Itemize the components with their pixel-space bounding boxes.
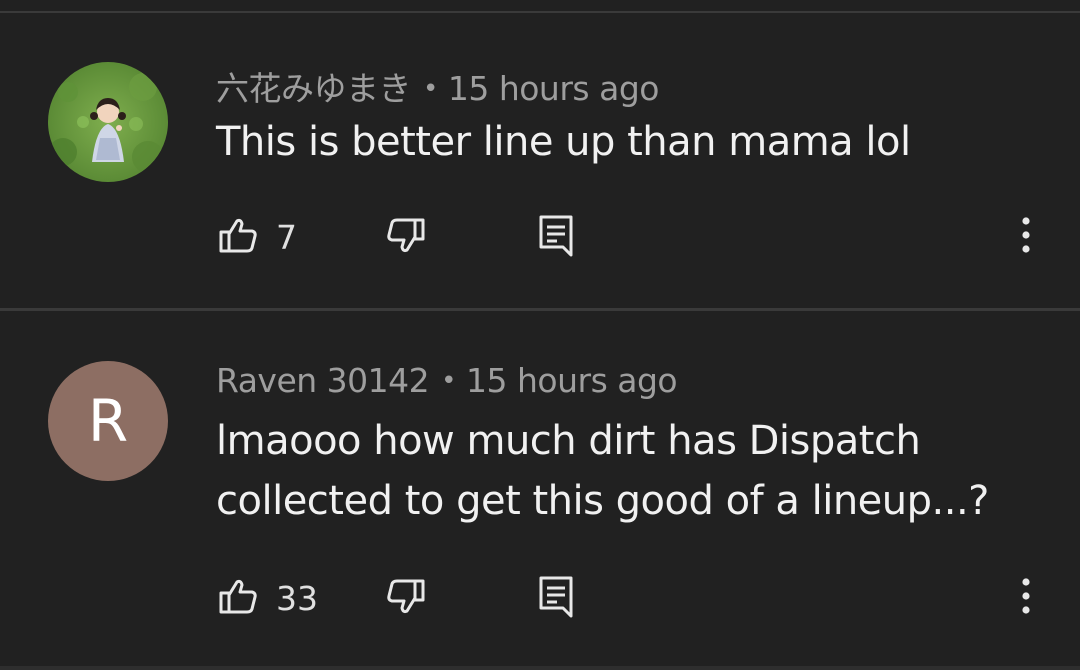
comment-item: 六花みゆまき • 15 hours ago This is better line …	[0, 0, 1080, 308]
avatar[interactable]: R	[48, 361, 168, 481]
avatar-letter: R	[87, 387, 129, 455]
thumbs-up-icon	[218, 576, 258, 620]
thumbs-up-icon	[218, 215, 258, 259]
author-name[interactable]: Raven 30142	[216, 361, 430, 400]
comment-actions: 7	[0, 212, 1080, 262]
comment-actions: 33	[0, 573, 1080, 623]
reply-button[interactable]	[538, 575, 578, 621]
separator-dot: •	[423, 74, 438, 104]
comment-item: R Raven 30142 • 15 hours ago lmaooo how mu…	[0, 311, 1080, 666]
comment-meta: Raven 30142 • 15 hours ago	[216, 361, 678, 400]
more-options-button[interactable]	[1012, 577, 1040, 619]
separator-dot: •	[441, 366, 456, 396]
like-count: 33	[276, 578, 318, 618]
comments-section: 六花みゆまき • 15 hours ago This is better line …	[0, 0, 1080, 670]
dislike-button[interactable]	[386, 577, 430, 619]
reply-button[interactable]	[538, 214, 578, 260]
author-name[interactable]: 六花みゆまき	[216, 69, 412, 108]
thumbs-down-icon	[386, 218, 426, 260]
comment-time: 15 hours ago	[447, 69, 660, 108]
like-count: 7	[276, 217, 297, 257]
comment-meta: 六花みゆまき • 15 hours ago	[216, 62, 659, 110]
reply-comment-icon	[538, 215, 574, 262]
avatar-photo-image	[48, 62, 168, 182]
like-button[interactable]: 7	[218, 216, 297, 258]
avatar[interactable]	[48, 62, 168, 182]
comment-text: This is better line up than mama lol	[216, 119, 911, 165]
comment-time: 15 hours ago	[466, 361, 678, 400]
divider	[0, 666, 1080, 670]
thumbs-down-icon	[386, 579, 426, 621]
dislike-button[interactable]	[386, 216, 430, 258]
more-vertical-icon	[1022, 217, 1030, 257]
reply-comment-icon	[538, 576, 574, 623]
more-options-button[interactable]	[1012, 216, 1040, 258]
comment-text: lmaooo how much dirt has Dispatch collec…	[216, 418, 989, 524]
like-button[interactable]: 33	[218, 577, 318, 619]
more-vertical-icon	[1022, 578, 1030, 618]
